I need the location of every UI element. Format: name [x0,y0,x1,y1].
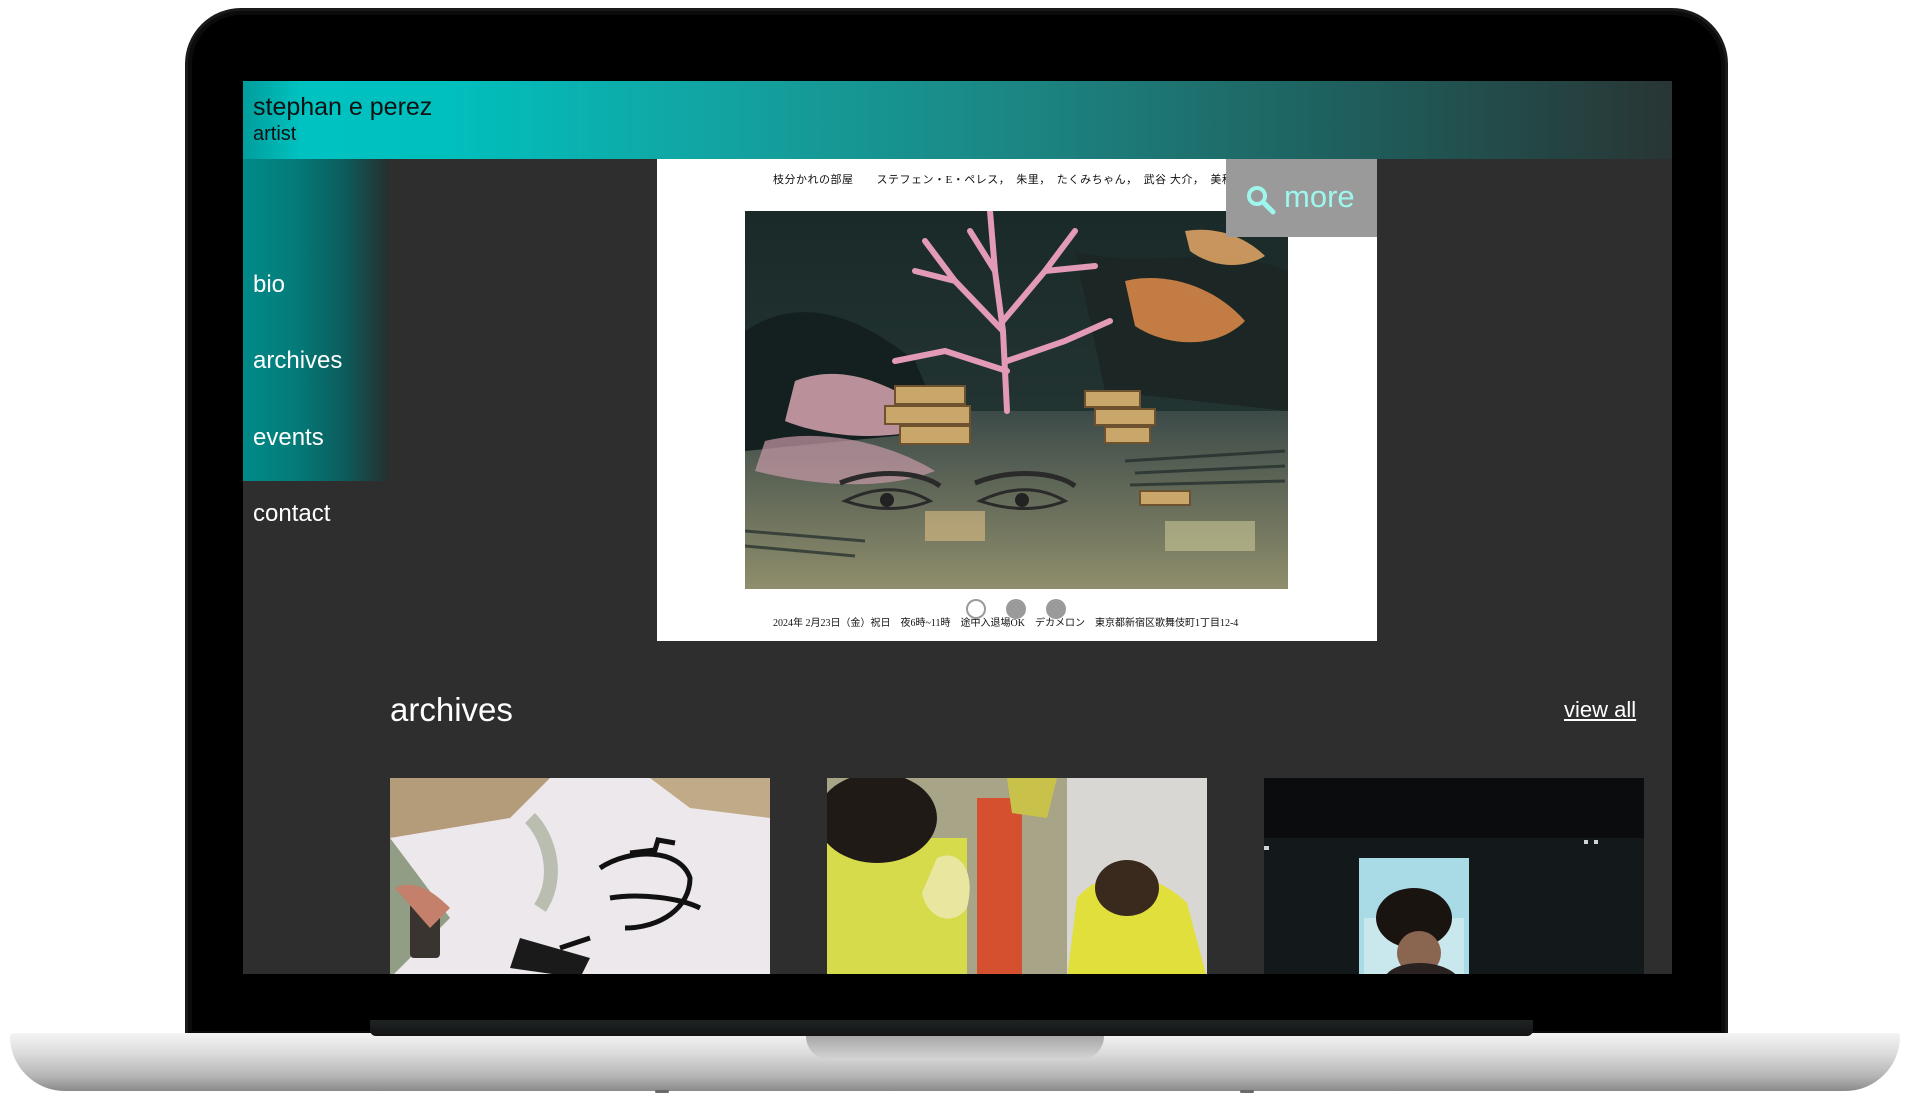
archive-thumbnail-3[interactable] [1264,778,1644,974]
site-title[interactable]: stephan e perez [253,93,432,122]
slide-dot-1[interactable] [966,599,986,619]
laptop-foot [655,1090,669,1093]
more-button[interactable]: more [1226,159,1377,237]
featured-painting [745,211,1288,589]
slide-dot-2[interactable] [1006,599,1026,619]
side-nav: bio archives events contact [243,159,389,527]
site-header: stephan e perez artist [243,81,1672,159]
nav-item-contact[interactable]: contact [253,500,330,528]
browser-viewport: stephan e perez artist bio archives even… [243,81,1672,974]
laptop-hinge [370,1020,1533,1036]
archives-heading: archives [390,691,513,728]
poster-header-text: 枝分かれの部屋 ステフェン・E・ペレス， 朱里， たくみちゃん， 武谷 大介， … [773,174,1277,186]
slide-dot-3[interactable] [1046,599,1066,619]
archive-thumbnail-2[interactable] [827,778,1207,974]
nav-item-bio[interactable]: bio [253,271,285,299]
nav-item-events[interactable]: events [253,424,324,452]
featured-slideshow[interactable]: 枝分かれの部屋 ステフェン・E・ペレス， 朱里， たくみちゃん， 武谷 大介， … [657,159,1377,641]
site-subtitle: artist [253,123,297,145]
laptop-foot [1240,1090,1254,1093]
poster-event-details: 2024年 2月23日（金）祝日 夜6時~11時 途中入退場OK デカメロン 東… [773,618,1239,629]
archive-thumbnail-1[interactable] [390,778,770,974]
laptop-notch [806,1036,1104,1060]
search-icon [1247,186,1276,215]
nav-item-archives[interactable]: archives [253,347,342,375]
view-all-link[interactable]: view all [1564,697,1636,723]
more-label: more [1284,179,1355,214]
